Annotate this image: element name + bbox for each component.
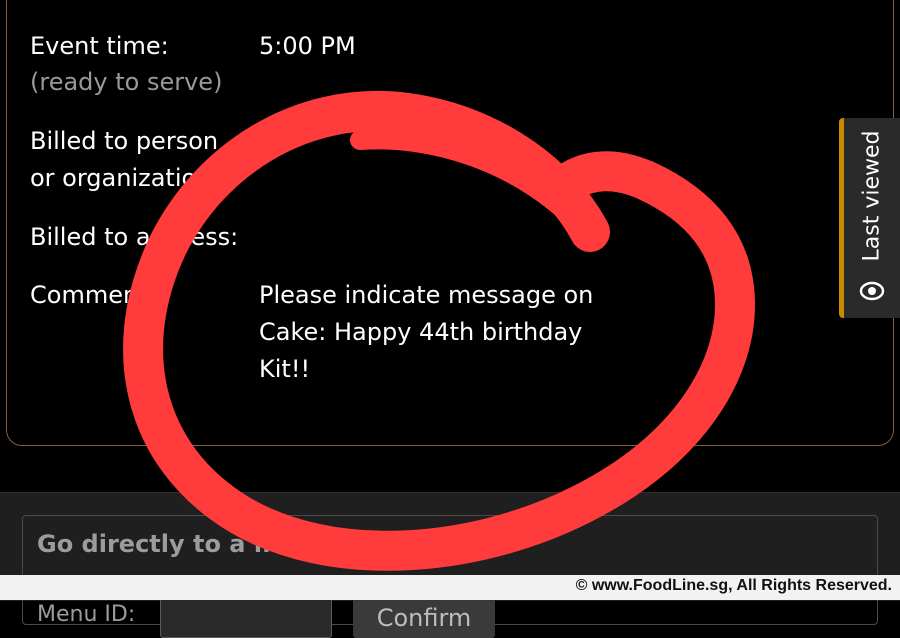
comments-line-2: Cake: Happy 44th birthday [259, 318, 583, 346]
menu-id-label: Menu ID: [37, 602, 136, 627]
last-viewed-label: Last viewed [859, 130, 885, 262]
confirm-button[interactable]: Confirm [353, 598, 495, 638]
event-time-sublabel: (ready to serve) [30, 68, 223, 96]
billed-address-label: Billed to address: [30, 223, 239, 251]
comments-line-3: Kit!! [259, 355, 311, 383]
billed-person-label-line2: or organization: [30, 164, 220, 192]
event-time-label: Event time: [30, 32, 169, 60]
billed-person-label-line1: Billed to person [30, 127, 219, 155]
event-time-value: 5:00 PM [259, 32, 356, 60]
eye-icon [859, 281, 885, 301]
copyright-text: © www.FoodLine.sg, All Rights Reserved. [575, 577, 892, 594]
comments-line-1: Please indicate message on [259, 281, 594, 309]
last-viewed-tab[interactable]: Last viewed [839, 118, 900, 318]
menu-id-input[interactable] [160, 598, 332, 638]
menu-lookup-box: Go directly to a m Menu ID: Confirm [22, 515, 878, 638]
comments-label: Comments: [30, 281, 169, 309]
footer-bar: © www.FoodLine.sg, All Rights Reserved. [0, 575, 900, 600]
menu-lookup-title: Go directly to a m [37, 530, 279, 558]
